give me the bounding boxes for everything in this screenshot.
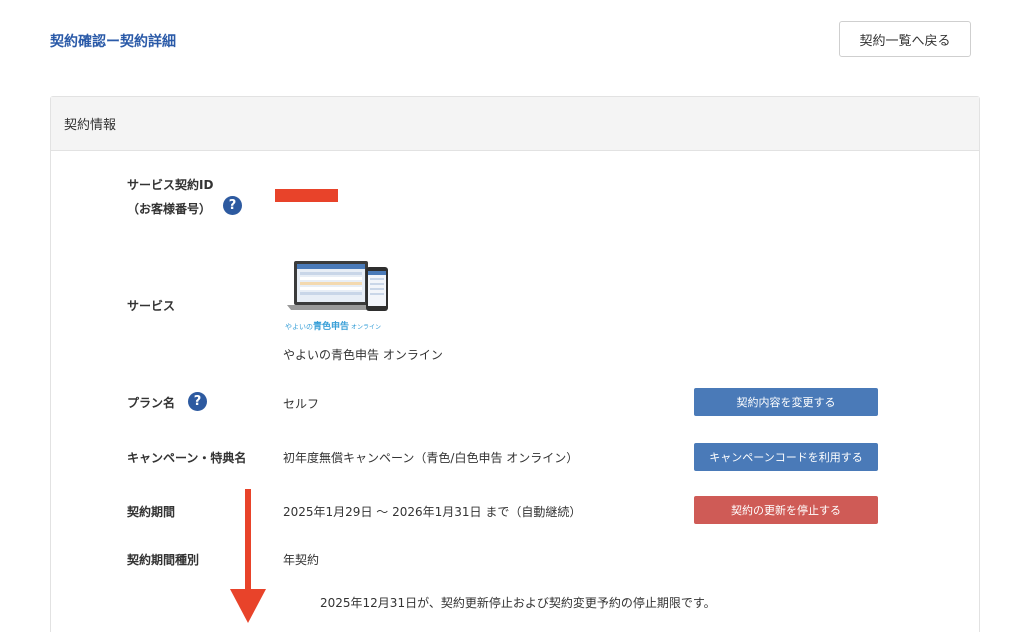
panel-header: 契約情報 [51,97,979,151]
annotation-arrow-down-icon [230,489,266,623]
laptop-phone-illustration-icon [287,261,388,311]
service-label: サービス [127,299,176,313]
question-circle-icon[interactable]: ? [223,196,242,215]
renewal-deadline-notice: 2025年12月31日が、契約更新停止および契約変更予約の停止期限です。 [320,596,716,610]
campaign-label: キャンペーン・特典名 [127,451,247,465]
contract-period-label: 契約期間 [127,505,176,519]
plan-value: セルフ [283,397,320,411]
contract-period-type-label: 契約期間種別 [127,553,200,567]
contract-detail-page: 契約確認ー契約詳細 契約一覧へ戻る 契約情報 サービス契約ID （お客様番号） … [0,0,1024,632]
contract-id-label: サービス契約ID [127,178,214,192]
redacted-contract-id [275,189,338,202]
question-circle-icon[interactable]: ? [188,392,207,411]
service-value: やよいの青色申告 オンライン [283,348,443,362]
customer-number-label: （お客様番号） [127,202,212,216]
contract-period-value: 2025年1月29日 〜 2026年1月31日 まで（自動継続） [283,505,582,519]
service-logo-caption: やよいの青色申告 オンライン [285,318,381,334]
logo-caption-prefix: やよいの [285,323,313,331]
change-contract-button[interactable]: 契約内容を変更する [694,388,878,416]
use-campaign-code-button[interactable]: キャンペーンコードを利用する [694,443,878,471]
page-title: 契約確認ー契約詳細 [50,34,176,50]
plan-label: プラン名 [127,396,176,410]
back-to-list-button[interactable]: 契約一覧へ戻る [839,21,971,57]
stop-renewal-button[interactable]: 契約の更新を停止する [694,496,878,524]
logo-caption-suffix: オンライン [351,324,382,331]
service-logo: やよいの青色申告 オンライン [285,258,393,332]
logo-caption-main: 青色申告 [313,322,350,332]
campaign-value: 初年度無償キャンペーン（青色/白色申告 オンライン） [283,451,579,465]
contract-period-type-value: 年契約 [283,553,320,567]
